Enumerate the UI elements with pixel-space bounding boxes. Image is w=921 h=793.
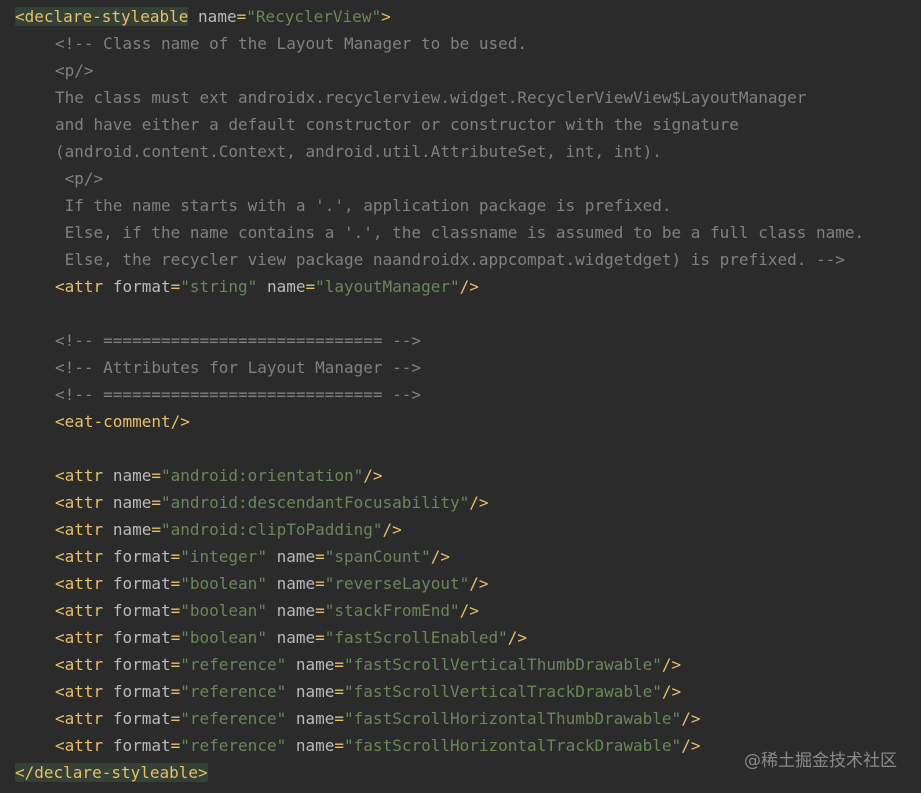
name-value: "fastScrollVerticalTrackDrawable" (344, 682, 662, 701)
comment-line[interactable]: Else, the recycler view package naandroi… (0, 246, 921, 273)
format-key: format (112, 628, 171, 647)
close-tag-highlight: </declare-styleable> (15, 763, 208, 782)
attr-line[interactable]: <attr name="android:orientation"/> (0, 462, 921, 489)
blank-line[interactable] (0, 435, 921, 462)
attr-tag: attr (64, 520, 104, 539)
name-key: name (112, 493, 152, 512)
comment-line[interactable]: Else, if the name contains a '.', the cl… (0, 219, 921, 246)
format-value: "boolean" (180, 574, 267, 593)
name-value: "fastScrollVerticalThumbDrawable" (344, 655, 662, 674)
attr-line[interactable]: <attr format="integer" name="spanCount"/… (0, 543, 921, 570)
attr-line[interactable]: <attr format="reference" name="fastScrol… (0, 678, 921, 705)
format-key: format (112, 574, 171, 593)
name-key: name (112, 520, 152, 539)
name-value: "fastScrollEnabled" (324, 628, 508, 647)
attr-tag: attr (64, 574, 104, 593)
comment-line[interactable]: <p/> (0, 57, 921, 84)
format-value: "reference" (180, 709, 287, 728)
name-value: "reverseLayout" (324, 574, 470, 593)
name-value: "android:orientation" (160, 466, 364, 485)
code-line[interactable]: <declare-styleable name="RecyclerView"> (0, 3, 921, 30)
name-key: name (276, 601, 316, 620)
format-value: "reference" (180, 682, 287, 701)
name-key: name (276, 574, 316, 593)
attr-line[interactable]: <attr format="boolean" name="fastScrollE… (0, 624, 921, 651)
attr-line[interactable]: <attr format="boolean" name="reverseLayo… (0, 570, 921, 597)
attr-tag: attr (64, 655, 104, 674)
name-value: "spanCount" (324, 547, 431, 566)
format-key: format (112, 655, 171, 674)
attr-tag: attr (64, 628, 104, 647)
comment-line[interactable]: (android.content.Context, android.util.A… (0, 138, 921, 165)
name-value: "android:clipToPadding" (160, 520, 383, 539)
name-key: name (295, 682, 335, 701)
attr-tag: attr (64, 601, 104, 620)
format-value: "boolean" (180, 628, 267, 647)
name-key: name (295, 709, 335, 728)
attr-line[interactable]: <attr name="android:descendantFocusabili… (0, 489, 921, 516)
attr-line[interactable]: <attr format="reference" name="fastScrol… (0, 705, 921, 732)
name-key: name (112, 466, 152, 485)
comment-line[interactable]: <!-- Attributes for Layout Manager --> (0, 354, 921, 381)
name-value: "stackFromEnd" (324, 601, 460, 620)
comment-line[interactable]: <!-- Class name of the Layout Manager to… (0, 30, 921, 57)
code-editor[interactable]: <declare-styleable name="RecyclerView"> … (0, 3, 921, 786)
format-value: "boolean" (180, 601, 267, 620)
attr-tag: attr (64, 709, 104, 728)
close-tag: declare-styleable (34, 763, 199, 782)
comment-line[interactable]: <!-- ============================= --> (0, 327, 921, 354)
attr-tag: attr (64, 466, 104, 485)
comment-line[interactable]: <!-- ============================= --> (0, 381, 921, 408)
comment-line[interactable]: The class must ext androidx.recyclerview… (0, 84, 921, 111)
format-key: format (112, 736, 171, 755)
name-key: name (276, 628, 316, 647)
attr-line[interactable]: <attr format="boolean" name="stackFromEn… (0, 597, 921, 624)
format-value: "reference" (180, 736, 287, 755)
format-value: "reference" (180, 655, 287, 674)
attr-tag: attr (64, 493, 104, 512)
name-value: "fastScrollHorizontalThumbDrawable" (344, 709, 682, 728)
format-key: format (112, 682, 171, 701)
open-tag-highlight: <declare-styleable (15, 7, 189, 26)
format-key: format (112, 601, 171, 620)
attr-name: name (198, 7, 237, 26)
attr-tag: attr (64, 736, 104, 755)
watermark: @稀土掘金技术社区 (744, 751, 897, 771)
name-value: "fastScrollHorizontalTrackDrawable" (344, 736, 682, 755)
code-line[interactable]: <eat-comment/> (0, 408, 921, 435)
code-line[interactable]: <attr format="string" name="layoutManage… (0, 273, 921, 300)
blank-line[interactable] (0, 300, 921, 327)
format-value: "integer" (180, 547, 267, 566)
comment-line[interactable]: If the name starts with a '.', applicati… (0, 192, 921, 219)
open-tag: declare-styleable (24, 7, 189, 26)
name-key: name (295, 736, 335, 755)
attr-line[interactable]: <attr format="reference" name="fastScrol… (0, 651, 921, 678)
attr-line[interactable]: <attr name="android:clipToPadding"/> (0, 516, 921, 543)
eat-comment-tag: eat-comment (64, 412, 171, 431)
comment-line[interactable]: <p/> (0, 165, 921, 192)
format-key: format (112, 547, 171, 566)
name-key: name (276, 547, 316, 566)
attr-list: <attr name="android:orientation"/> <attr … (0, 462, 921, 759)
format-key: format (112, 709, 171, 728)
attr-tag: attr (64, 682, 104, 701)
name-key: name (295, 655, 335, 674)
attr-value: "RecyclerView" (246, 7, 382, 26)
name-value: "android:descendantFocusability" (160, 493, 470, 512)
attr-tag: attr (64, 547, 104, 566)
comment-line[interactable]: and have either a default constructor or… (0, 111, 921, 138)
